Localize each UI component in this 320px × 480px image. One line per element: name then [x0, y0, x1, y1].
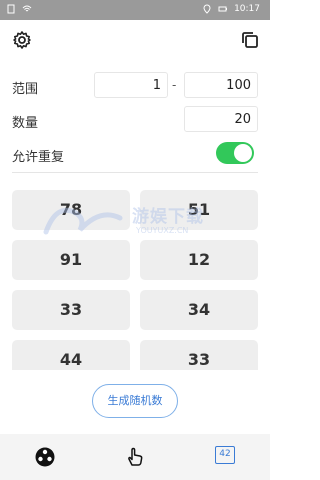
- divider: [12, 172, 258, 173]
- result-cell: 51: [140, 190, 258, 230]
- range-row: 范围 1 - 100: [0, 72, 270, 100]
- dice-icon[interactable]: [34, 446, 56, 468]
- range-separator: -: [172, 78, 177, 92]
- results-grid: 78 51 91 12 33 34 44 33: [0, 180, 270, 370]
- copy-icon[interactable]: [240, 30, 260, 50]
- count-input[interactable]: 20: [184, 106, 258, 132]
- range-max-input[interactable]: 100: [184, 72, 258, 98]
- result-cell: 33: [140, 340, 258, 370]
- location-icon: [203, 4, 211, 14]
- number-badge: 42: [215, 446, 235, 464]
- file-icon: [7, 4, 15, 14]
- allow-repeat-label: 允许重复: [12, 150, 65, 165]
- bottom-nav: 42: [0, 434, 270, 480]
- result-cell: 44: [12, 340, 130, 370]
- tap-hand-icon[interactable]: [124, 446, 146, 468]
- allow-repeat-toggle[interactable]: [216, 142, 254, 164]
- battery-icon: [218, 6, 228, 12]
- gear-icon[interactable]: [12, 30, 32, 50]
- result-cell: 34: [140, 290, 258, 330]
- status-time: 10:17: [234, 4, 260, 14]
- number-tab[interactable]: 42: [215, 446, 237, 468]
- result-cell: 78: [12, 190, 130, 230]
- allow-repeat-row: 允许重复: [0, 140, 270, 168]
- generate-button[interactable]: 生成随机数: [92, 384, 178, 418]
- result-cell: 12: [140, 240, 258, 280]
- status-bar: 10:17: [0, 0, 270, 20]
- range-min-input[interactable]: 1: [94, 72, 168, 98]
- count-row: 数量 20: [0, 106, 270, 134]
- result-cell: 33: [12, 290, 130, 330]
- count-label: 数量: [12, 116, 39, 131]
- toggle-knob: [234, 144, 252, 162]
- top-toolbar: [0, 20, 270, 60]
- range-label: 范围: [12, 82, 39, 97]
- result-cell: 91: [12, 240, 130, 280]
- wifi-icon: [22, 5, 32, 12]
